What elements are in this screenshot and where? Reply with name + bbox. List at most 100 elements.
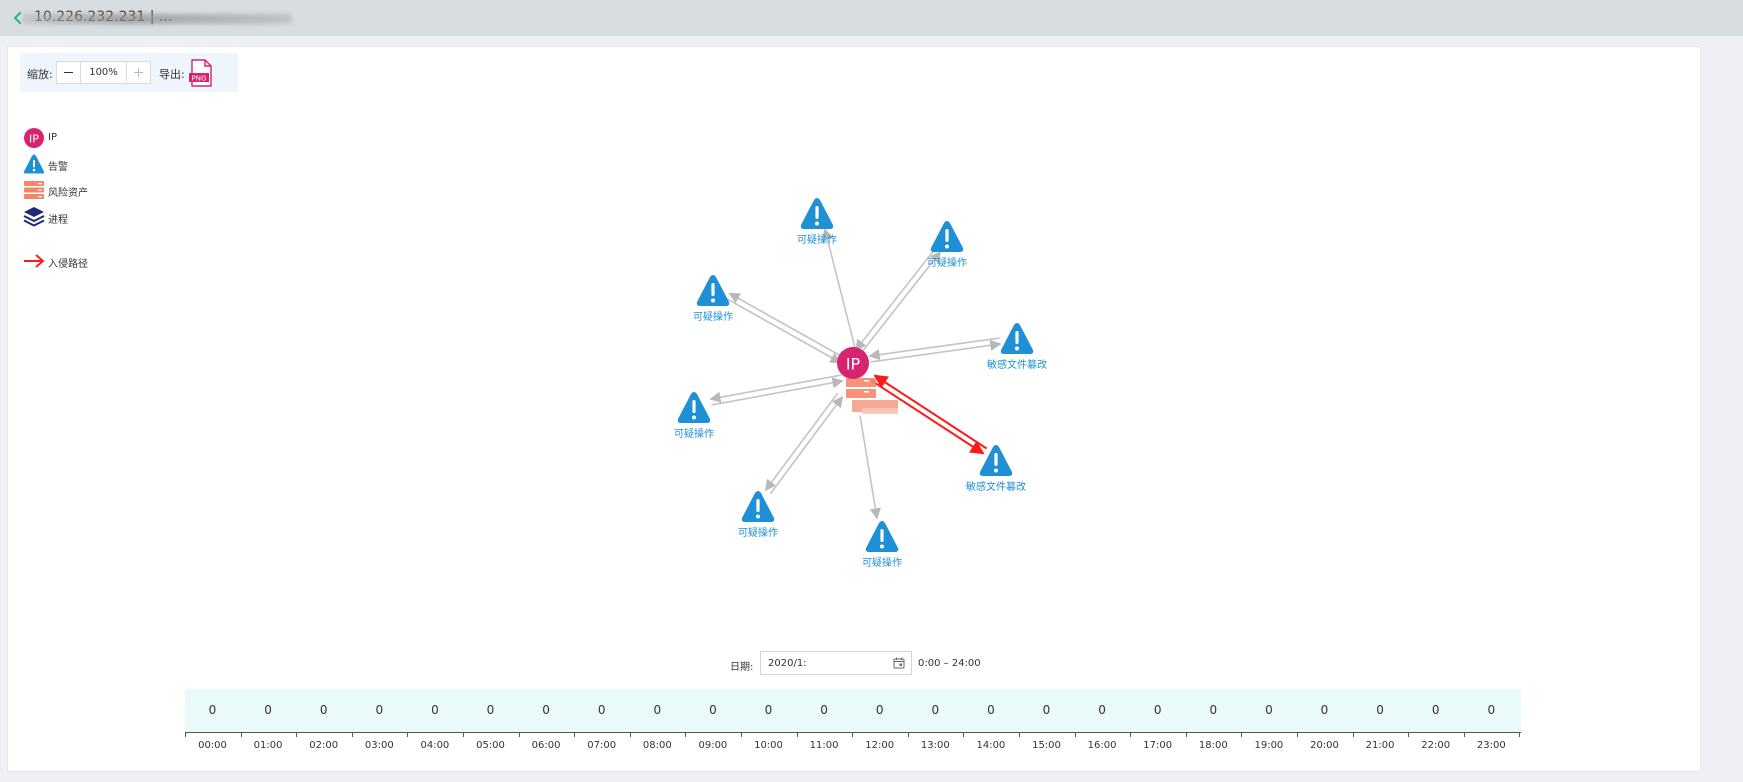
minus-icon bbox=[64, 72, 73, 73]
timeline-tick bbox=[907, 733, 909, 737]
hour-count[interactable]: 0 bbox=[1297, 703, 1352, 717]
top-bar: 10.226.232.231 | ... bbox=[0, 0, 1743, 36]
hour-label: 03:00 bbox=[364, 740, 394, 751]
hour-count[interactable]: 0 bbox=[1130, 703, 1185, 717]
hour-label: 18:00 bbox=[1198, 740, 1228, 751]
legend-label: IP bbox=[48, 132, 57, 143]
hour-label: 04:00 bbox=[420, 740, 450, 751]
hour-count[interactable]: 0 bbox=[241, 703, 296, 717]
timeline-tick bbox=[796, 733, 798, 737]
zoom-stepper[interactable]: 100% bbox=[56, 61, 151, 84]
timeline-tick bbox=[574, 733, 576, 737]
hour-label: 14:00 bbox=[976, 740, 1006, 751]
toolbar: 缩放: 100% 导出: PNG bbox=[20, 53, 238, 92]
timeline-tick bbox=[240, 733, 242, 737]
title-redaction bbox=[22, 14, 292, 24]
hour-count[interactable]: 0 bbox=[852, 703, 907, 717]
alert-node-label: 可疑操作 bbox=[797, 233, 837, 246]
hour-count[interactable]: 0 bbox=[741, 703, 796, 717]
hour-label: 23:00 bbox=[1476, 740, 1506, 751]
hour-count[interactable]: 0 bbox=[630, 703, 685, 717]
hour-label: 09:00 bbox=[698, 740, 728, 751]
alert-node-label: 敏感文件篡改 bbox=[966, 480, 1026, 493]
alert-node-label: 可疑操作 bbox=[862, 556, 902, 569]
hour-count[interactable]: 0 bbox=[185, 703, 240, 717]
legend-label: 进程 bbox=[48, 215, 68, 226]
timeline-tick bbox=[296, 733, 298, 737]
timeline-tick bbox=[1463, 733, 1465, 737]
legend-label: 入侵路径 bbox=[48, 259, 88, 270]
hour-label: 12:00 bbox=[865, 740, 895, 751]
alert-node-label: 敏感文件篡改 bbox=[987, 358, 1047, 371]
hourly-timeline: 000000000000000000000000 00:00 01:00 02:00… bbox=[185, 689, 1521, 751]
hour-label: 05:00 bbox=[476, 740, 505, 751]
hour-label: 07:00 bbox=[587, 740, 617, 751]
timeline-tick bbox=[629, 733, 631, 737]
hour-label: 17:00 bbox=[1143, 740, 1173, 751]
legend-label: 风险资产 bbox=[48, 188, 88, 199]
export-label: 导出: bbox=[159, 68, 185, 81]
hour-count[interactable]: 0 bbox=[1075, 703, 1130, 717]
timeline-tick bbox=[185, 733, 186, 737]
hour-count[interactable]: 0 bbox=[685, 703, 740, 717]
timeline-tick bbox=[1352, 733, 1354, 737]
hour-label: 02:00 bbox=[309, 740, 339, 751]
hour-label: 10:00 bbox=[754, 740, 783, 751]
timeline-tick bbox=[518, 733, 520, 737]
zoom-in-button[interactable] bbox=[126, 62, 150, 83]
zoom-out-button[interactable] bbox=[57, 62, 81, 83]
timeline-tick bbox=[1297, 733, 1298, 737]
hour-label: 16:00 bbox=[1087, 740, 1117, 751]
red-arrow-icon bbox=[24, 254, 45, 268]
hour-label: 21:00 bbox=[1365, 740, 1395, 751]
ip-node[interactable]: IP bbox=[837, 347, 869, 379]
timeline-tick bbox=[1130, 733, 1132, 737]
hour-count[interactable]: 0 bbox=[519, 703, 574, 717]
hour-count[interactable]: 0 bbox=[296, 703, 351, 717]
zoom-value[interactable]: 100% bbox=[81, 62, 126, 83]
png-export-icon[interactable]: PNG bbox=[188, 59, 214, 87]
timeline-tick bbox=[685, 733, 687, 737]
hour-count[interactable]: 0 bbox=[1186, 703, 1241, 717]
hour-count[interactable]: 0 bbox=[1408, 703, 1463, 717]
timeline-tick bbox=[1185, 733, 1187, 737]
alert-icon bbox=[23, 154, 45, 174]
hour-label: 15:00 bbox=[1032, 740, 1061, 751]
hour-label: 19:00 bbox=[1254, 740, 1284, 751]
hour-count[interactable]: 0 bbox=[1241, 703, 1296, 717]
hour-count[interactable]: 0 bbox=[1019, 703, 1074, 717]
hour-count[interactable]: 0 bbox=[352, 703, 407, 717]
hour-count[interactable]: 0 bbox=[574, 703, 629, 717]
hour-label: 00:00 bbox=[198, 740, 227, 751]
hour-count[interactable]: 0 bbox=[407, 703, 462, 717]
hour-label: 11:00 bbox=[809, 740, 839, 751]
hour-count[interactable]: 0 bbox=[908, 703, 963, 717]
process-layers-icon bbox=[23, 207, 45, 227]
zoom-label: 缩放: bbox=[27, 68, 53, 81]
timeline-counts: 000000000000000000000000 bbox=[185, 689, 1521, 732]
plus-icon bbox=[134, 68, 143, 77]
alert-node-label: 可疑操作 bbox=[693, 310, 733, 323]
timeline-tick bbox=[1519, 733, 1521, 737]
hour-label: 01:00 bbox=[253, 740, 283, 751]
hour-count[interactable]: 0 bbox=[963, 703, 1018, 717]
timeline-tick bbox=[741, 733, 742, 737]
hour-count[interactable]: 0 bbox=[1464, 703, 1519, 717]
legend-label: 告警 bbox=[48, 162, 68, 173]
timeline-tick bbox=[1019, 733, 1020, 737]
timeline-tick bbox=[1408, 733, 1410, 737]
server-icon bbox=[24, 181, 44, 199]
ip-node-label: IP bbox=[846, 355, 861, 374]
hour-label: 08:00 bbox=[642, 740, 672, 751]
png-icon-text: PNG bbox=[192, 75, 207, 83]
hour-label: 06:00 bbox=[531, 740, 561, 751]
hour-count[interactable]: 0 bbox=[1353, 703, 1408, 717]
date-value: 2020/1: bbox=[768, 658, 807, 669]
alert-node-label: 可疑操作 bbox=[927, 256, 967, 269]
date-picker-input[interactable]: 2020/1: bbox=[760, 651, 912, 675]
timeline-tick bbox=[407, 733, 409, 737]
timeline-tick bbox=[1241, 733, 1243, 737]
calendar-icon[interactable] bbox=[893, 657, 905, 669]
hour-count[interactable]: 0 bbox=[797, 703, 852, 717]
hour-count[interactable]: 0 bbox=[463, 703, 518, 717]
